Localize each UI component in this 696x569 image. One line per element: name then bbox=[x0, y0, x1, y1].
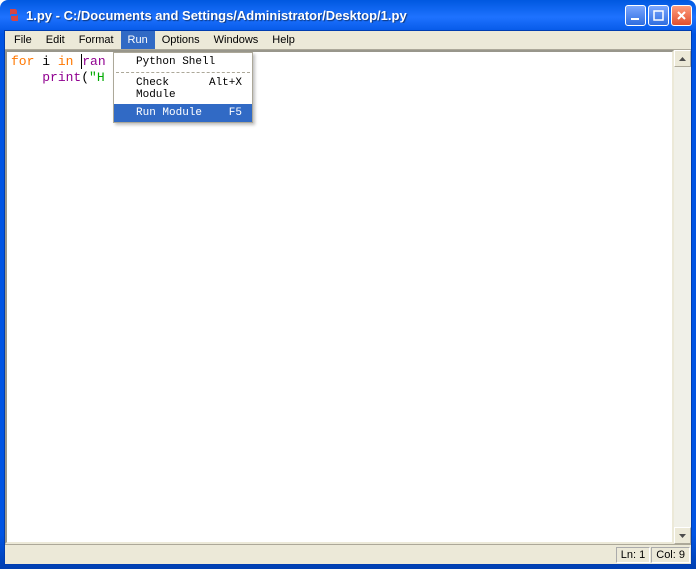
menu-format[interactable]: Format bbox=[72, 31, 121, 49]
titlebar[interactable]: 1.py - C:/Documents and Settings/Adminis… bbox=[0, 0, 696, 30]
title-text: 1.py - C:/Documents and Settings/Adminis… bbox=[26, 8, 625, 23]
scroll-up-button[interactable] bbox=[674, 50, 691, 67]
editor-wrap: for i in ran print("H Python Shell Check… bbox=[5, 50, 691, 544]
app-icon bbox=[6, 7, 22, 23]
scroll-down-button[interactable] bbox=[674, 527, 691, 544]
menu-windows[interactable]: Windows bbox=[207, 31, 266, 49]
menu-item-run-module[interactable]: Run Module F5 bbox=[114, 104, 252, 122]
menu-edit[interactable]: Edit bbox=[39, 31, 72, 49]
menu-options[interactable]: Options bbox=[155, 31, 207, 49]
run-menu-dropdown: Python Shell Check Module Alt+X Run Modu… bbox=[113, 52, 253, 123]
statusbar: Ln: 1 Col: 9 bbox=[5, 544, 691, 564]
scroll-track[interactable] bbox=[674, 67, 691, 527]
menu-help[interactable]: Help bbox=[265, 31, 302, 49]
minimize-button[interactable] bbox=[625, 5, 646, 26]
client-area: File Edit Format Run Options Windows Hel… bbox=[4, 30, 692, 565]
code-line-1: for i in ran bbox=[11, 54, 668, 70]
close-button[interactable] bbox=[671, 5, 692, 26]
menu-item-python-shell[interactable]: Python Shell bbox=[114, 53, 252, 71]
vertical-scrollbar[interactable] bbox=[674, 50, 691, 544]
menu-item-label: Check Module bbox=[136, 77, 209, 101]
maximize-button[interactable] bbox=[648, 5, 669, 26]
code-line-2: print("H bbox=[11, 70, 668, 86]
menu-file[interactable]: File bbox=[7, 31, 39, 49]
code-editor[interactable]: for i in ran print("H Python Shell Check… bbox=[5, 50, 674, 544]
title-buttons bbox=[625, 5, 692, 26]
menu-item-label: Run Module bbox=[136, 107, 202, 119]
menu-item-accel: F5 bbox=[229, 107, 242, 119]
menu-item-accel: Alt+X bbox=[209, 77, 242, 101]
window: 1.py - C:/Documents and Settings/Adminis… bbox=[0, 0, 696, 569]
status-ln: Ln: 1 bbox=[616, 547, 650, 563]
menubar: File Edit Format Run Options Windows Hel… bbox=[5, 31, 691, 50]
status-col: Col: 9 bbox=[651, 547, 690, 563]
menu-item-label: Python Shell bbox=[136, 56, 215, 68]
menu-separator bbox=[116, 72, 250, 73]
menu-item-check-module[interactable]: Check Module Alt+X bbox=[114, 74, 252, 104]
menu-run[interactable]: Run bbox=[121, 31, 155, 49]
